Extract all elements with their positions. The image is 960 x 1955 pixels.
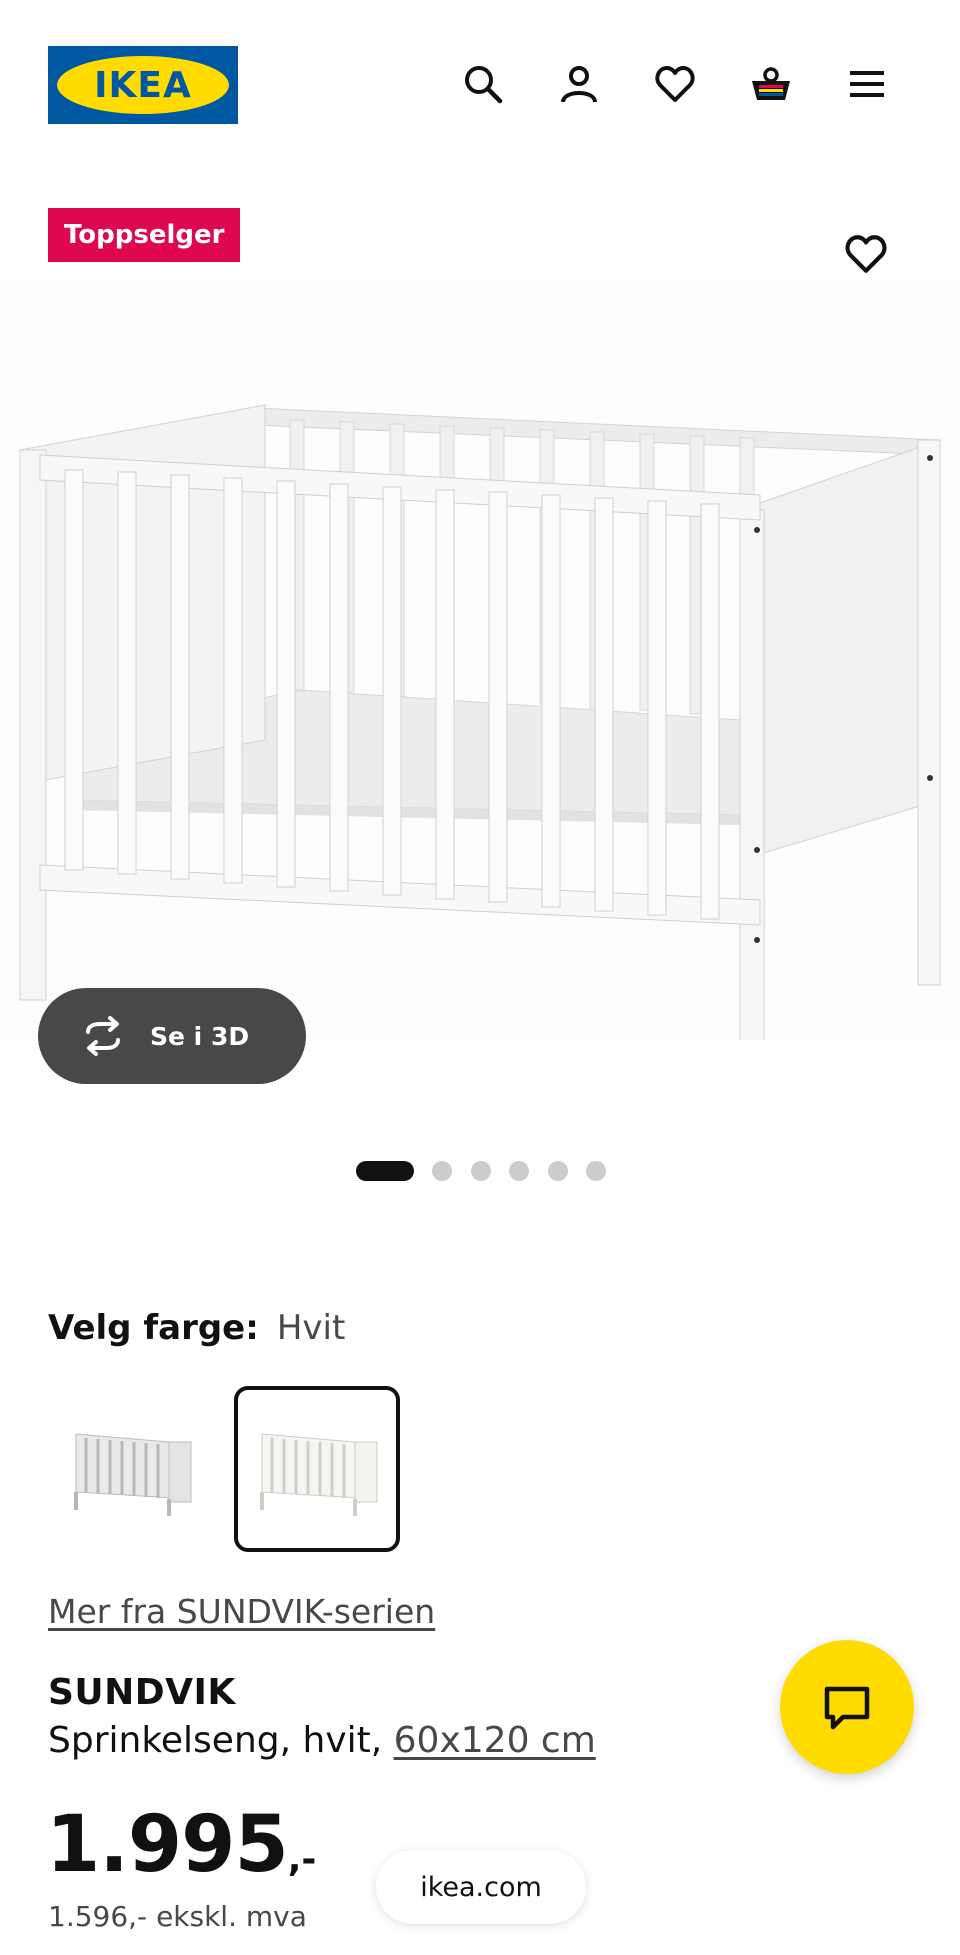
gallery-dot-2[interactable] bbox=[432, 1161, 452, 1181]
crib-illustration bbox=[19, 404, 941, 1071]
product-name: SUNDVIK bbox=[48, 1672, 236, 1713]
account-icon[interactable] bbox=[551, 56, 607, 112]
crib-thumbnail bbox=[260, 1433, 378, 1516]
product-description: Sprinkelseng, hvit, 60x120 cm bbox=[48, 1720, 596, 1761]
color-swatch-white[interactable] bbox=[234, 1386, 400, 1552]
gallery-dot-4[interactable] bbox=[509, 1161, 529, 1181]
product-price: 1.995,- bbox=[46, 1800, 316, 1890]
ikea-logo[interactable]: IKEA bbox=[48, 46, 238, 124]
price-suffix: ,- bbox=[287, 1839, 317, 1880]
selected-color: Hvit bbox=[276, 1308, 346, 1348]
chat-icon bbox=[824, 1686, 870, 1730]
product-type: Sprinkelseng, hvit, bbox=[48, 1720, 383, 1761]
add-to-favourites-heart-icon[interactable] bbox=[836, 224, 896, 284]
product-gallery: Toppselger Se i 3D bbox=[0, 170, 960, 1181]
gallery-dot-3[interactable] bbox=[471, 1161, 491, 1181]
color-swatch-grey[interactable] bbox=[48, 1386, 214, 1552]
rotate-3d-icon bbox=[86, 1016, 120, 1056]
search-icon[interactable] bbox=[455, 56, 511, 112]
series-link[interactable]: Mer fra SUNDVIK-serien bbox=[48, 1592, 435, 1631]
gallery-dot-6[interactable] bbox=[586, 1161, 606, 1181]
gallery-pagination bbox=[0, 1161, 960, 1181]
browser-url-bar[interactable]: ikea.com bbox=[376, 1850, 586, 1924]
color-label: Velg farge: bbox=[48, 1308, 259, 1348]
logo-oval: IKEA bbox=[57, 56, 229, 114]
site-header: IKEA bbox=[0, 0, 960, 170]
chat-button[interactable] bbox=[780, 1640, 914, 1774]
product-size-link[interactable]: 60x120 cm bbox=[394, 1720, 596, 1761]
gallery-dot-1[interactable] bbox=[356, 1161, 414, 1181]
favourites-icon[interactable] bbox=[647, 56, 703, 112]
view-in-3d-button[interactable]: Se i 3D bbox=[38, 988, 306, 1084]
gallery-dot-5[interactable] bbox=[548, 1161, 568, 1181]
top-seller-badge: Toppselger bbox=[48, 208, 241, 262]
color-selector-label: Velg farge: Hvit bbox=[48, 1308, 345, 1348]
logo-text: IKEA bbox=[94, 64, 192, 106]
product-image[interactable] bbox=[0, 280, 960, 1071]
crib-thumbnail bbox=[74, 1433, 192, 1516]
cart-icon[interactable] bbox=[743, 56, 799, 112]
price-main: 1.995 bbox=[46, 1800, 289, 1890]
price-excl-vat: 1.596,- ekskl. mva bbox=[48, 1900, 307, 1933]
view-in-3d-label: Se i 3D bbox=[150, 1021, 250, 1051]
menu-icon[interactable] bbox=[839, 56, 895, 112]
